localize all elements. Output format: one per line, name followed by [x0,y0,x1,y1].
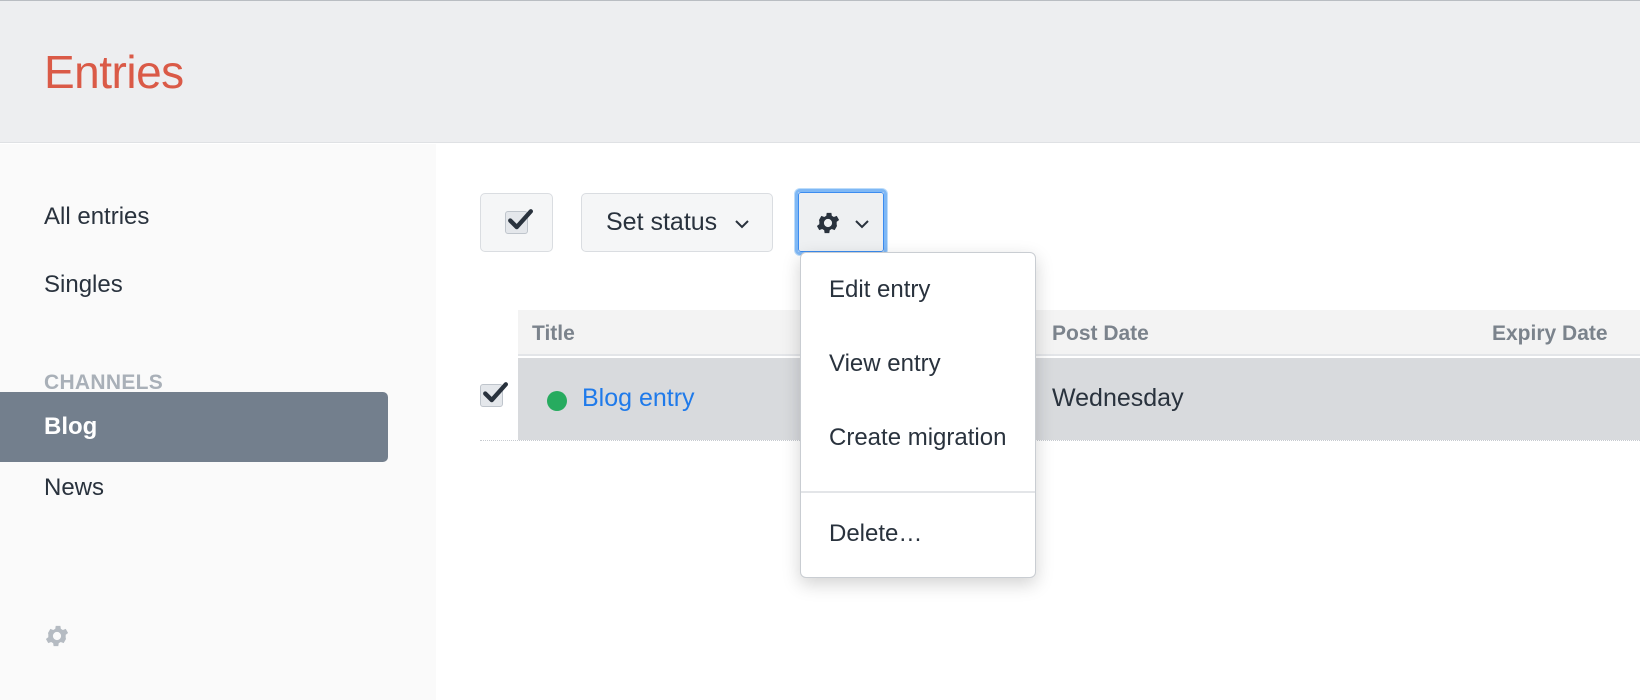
page-header: Entries [0,1,1640,143]
menu-item-view-entry[interactable]: View entry [801,334,1035,394]
menu-separator [801,491,1035,493]
menu-item-edit-entry[interactable]: Edit entry [801,260,1035,320]
entry-post-date: Wednesday [1052,384,1184,412]
chevron-down-icon [735,220,749,229]
checkmark-icon [508,209,533,230]
sidebar-item-all-entries[interactable]: All entries [0,187,388,247]
sidebar-item-blog[interactable]: Blog [0,392,388,462]
row-divider [480,440,1640,441]
row-checkbox[interactable] [480,382,508,410]
set-status-label: Set status [606,208,718,236]
actions-dropdown-menu: Edit entry View entry Create migration D… [800,252,1036,578]
column-header-expiry-date[interactable]: Expiry Date [1492,322,1608,346]
column-header-post-date[interactable]: Post Date [1052,322,1149,346]
set-status-button[interactable]: Set status [581,193,773,252]
table-header: Title Post Date Expiry Date [518,310,1640,356]
sidebar-settings-button[interactable] [43,622,71,650]
sidebar-item-singles[interactable]: Singles [0,255,388,315]
sidebar-item-news[interactable]: News [0,458,388,518]
select-all-button[interactable] [480,193,553,252]
checkmark-icon [483,382,508,403]
column-header-title[interactable]: Title [532,322,575,346]
select-all-checkbox[interactable] [505,209,533,234]
actions-menu-button[interactable] [795,189,887,255]
gear-icon [45,625,69,647]
menu-item-create-migration[interactable]: Create migration [801,408,1035,468]
gear-icon [816,212,840,234]
menu-item-delete[interactable]: Delete… [801,504,1035,564]
entry-title-link[interactable]: Blog entry [582,384,695,413]
chevron-down-icon [855,220,869,229]
status-live-indicator [547,391,567,411]
page-title: Entries [44,46,184,98]
sidebar: All entries Singles CHANNELS Blog News [0,144,436,700]
main-content: Set status Title Post Date Expiry Date B… [436,144,1640,700]
